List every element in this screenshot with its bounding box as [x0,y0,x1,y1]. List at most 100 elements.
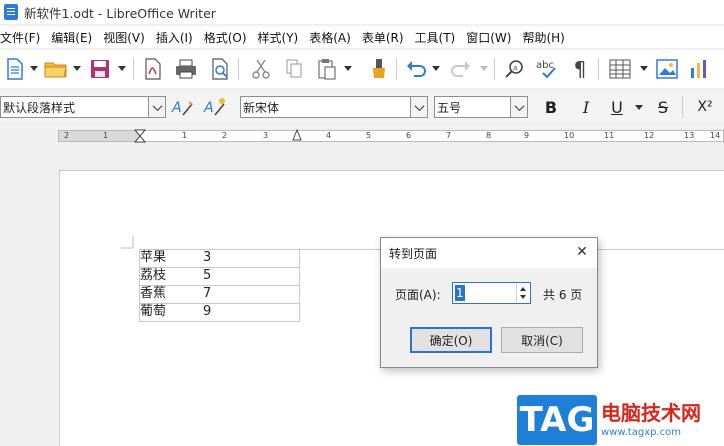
superscript-button[interactable]: X² [692,96,718,118]
clone-formatting-icon[interactable] [366,56,392,82]
font-size-value: 五号 [437,100,462,115]
column-marker-icon[interactable] [292,129,302,141]
watermark-site-name: 电脑技术网 [601,401,701,425]
table-cell-fruit[interactable]: 荔枝 [140,267,166,285]
ruler-number: 1 [182,131,188,140]
save-icon[interactable] [87,56,113,82]
bold-button[interactable]: B [540,96,562,118]
formatting-toolbar: 默认段落样式 A A 新宋体 五号 B I U S X² [0,92,724,122]
font-name-combo[interactable]: 新宋体 [240,96,428,118]
ruler-number: 14 [710,131,721,140]
spin-buttons [516,284,529,302]
window-title: 新软件1.odt - LibreOffice Writer [24,5,216,21]
menu-form[interactable]: 表单(R) [362,29,404,46]
menu-window[interactable]: 窗口(W) [466,29,511,46]
copy-icon[interactable] [281,56,307,82]
print-preview-icon[interactable] [207,56,233,82]
save-dropdown-arrow-icon[interactable] [118,66,126,71]
ruler-number: 3 [263,131,269,140]
font-size-combo[interactable]: 五号 [434,96,528,118]
redo-dropdown-arrow-icon[interactable] [480,66,488,71]
toolbar-separator [682,96,683,118]
ruler-number: 1 [103,131,109,140]
table-cell-count[interactable]: 5 [203,267,211,285]
menu-edit[interactable]: 编辑(E) [51,29,92,46]
ruler-number: 8 [486,131,492,140]
page-number-spinbox[interactable]: 1 [452,282,531,304]
underline-button[interactable]: U [606,96,628,118]
italic-button[interactable]: I [575,96,597,118]
insert-table-icon[interactable] [607,56,633,82]
cancel-button[interactable]: 取消(C) [501,327,583,353]
find-replace-icon[interactable]: a [502,56,528,82]
print-icon[interactable] [173,56,199,82]
dialog-title-bar[interactable]: 转到页面 [381,238,597,268]
strikethrough-button[interactable]: S [652,96,674,118]
table-cell-fruit[interactable]: 葡萄 [140,303,166,321]
ok-button[interactable]: 确定(O) [410,327,492,353]
menu-table[interactable]: 表格(A) [309,29,351,46]
cut-icon[interactable] [248,56,274,82]
table-cell-count[interactable]: 9 [203,303,211,321]
table-dropdown-arrow-icon[interactable] [640,66,648,71]
ruler-number: 2 [64,131,70,140]
page-number-input[interactable]: 1 [455,285,465,301]
menu-file[interactable]: 文件(F) [0,29,40,46]
toolbar-separator [396,58,397,80]
horizontal-ruler[interactable]: 2 1 1 2 3 4 5 6 7 8 9 10 11 12 13 14 [0,126,724,144]
menu-tools[interactable]: 工具(T) [415,29,456,46]
menu-format[interactable]: 格式(O) [204,29,247,46]
open-folder-icon[interactable] [43,56,69,82]
export-pdf-icon[interactable] [140,56,166,82]
toolbar-separator [598,58,599,80]
menu-insert[interactable]: 插入(I) [156,29,193,46]
insert-chart-icon[interactable] [686,56,712,82]
table-cell-fruit[interactable]: 苹果 [140,249,166,267]
table-cell-fruit[interactable]: 香蕉 [140,285,166,303]
chevron-down-icon[interactable] [410,97,427,117]
spin-up-icon[interactable] [520,287,526,291]
ruler-number: 2 [222,131,228,140]
new-dropdown-arrow-icon[interactable] [30,66,38,71]
table-cell-count[interactable]: 3 [203,249,211,267]
close-icon[interactable]: ✕ [575,245,589,259]
spellcheck-label: abc [536,60,554,71]
svg-text:A: A [203,100,214,116]
underline-dropdown-arrow-icon[interactable] [635,105,643,110]
ruler-number: 4 [326,131,332,140]
ruler-track [58,130,724,142]
pilcrow-glyph: ¶ [573,57,587,81]
paste-dropdown-arrow-icon[interactable] [344,66,352,71]
ruler-margin-left [59,131,141,141]
ruler-number: 9 [524,131,530,140]
spellcheck-icon[interactable]: abc [535,56,561,82]
ruler-number: 5 [366,131,372,140]
menu-view[interactable]: 视图(V) [103,29,145,46]
formatting-marks-icon[interactable]: ¶ [567,56,593,82]
open-dropdown-arrow-icon[interactable] [73,66,81,71]
menu-styles[interactable]: 样式(Y) [258,29,299,46]
insert-image-icon[interactable] [654,56,680,82]
title-bar: 新软件1.odt - LibreOffice Writer [0,0,724,24]
new-document-icon[interactable] [2,56,28,82]
update-style-icon[interactable]: A [170,96,196,118]
paragraph-style-combo[interactable]: 默认段落样式 [0,96,166,118]
paragraph-style-value: 默认段落样式 [3,100,76,115]
indent-marker-icon[interactable] [134,129,146,143]
redo-icon[interactable] [448,56,474,82]
spin-down-icon[interactable] [520,295,526,299]
paste-icon[interactable] [314,56,340,82]
toolbar-separator [133,58,134,80]
menu-help[interactable]: 帮助(H) [522,29,564,46]
ruler-number: 12 [644,131,655,140]
svg-text:a: a [513,64,517,72]
table-cell-count[interactable]: 7 [203,285,211,303]
chevron-down-icon[interactable] [510,97,527,117]
undo-dropdown-arrow-icon[interactable] [432,66,440,71]
ruler-number: 13 [684,131,695,140]
site-watermark: TAG 电脑技术网 www.tagxp.com [517,393,724,446]
undo-icon[interactable] [403,56,429,82]
new-style-icon[interactable]: A [202,96,228,118]
ruler-number: 6 [406,131,412,140]
chevron-down-icon[interactable] [148,97,165,117]
